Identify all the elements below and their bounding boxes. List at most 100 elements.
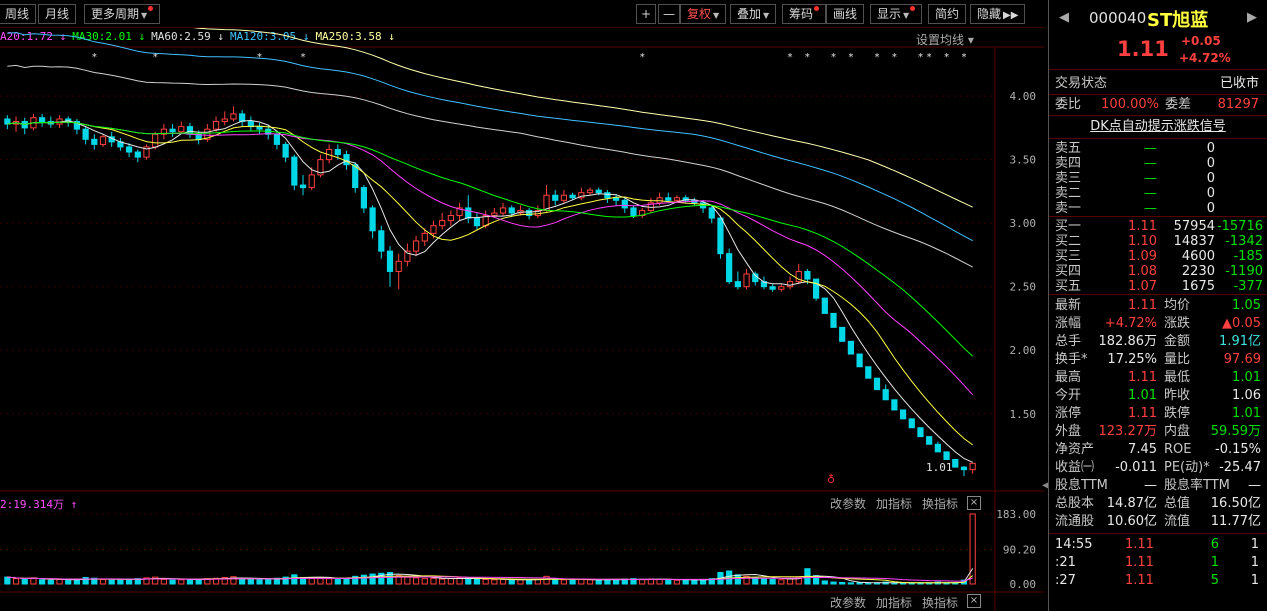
stat-label: 最低 [1164,370,1191,385]
order-book-row: 买二 1.10 14837 -1342 [1049,234,1267,249]
candle-body [908,418,915,429]
draw-line-button[interactable]: 画线 [826,4,865,24]
close-bottom-panel-button[interactable]: × [967,594,981,608]
weekly-button[interactable]: 周线 [0,4,37,24]
candle-body [395,260,402,272]
volume-bar [517,579,524,585]
book-delta: -15716 [1216,219,1263,234]
book-level-label: 卖五 [1055,141,1082,156]
overlay-button[interactable]: 叠加 ▼ [730,4,777,24]
double-arrow-right-icon: ▶▶ [1003,10,1019,21]
book-price: 1.11 [1128,219,1157,234]
stat-value: 1.01 [1232,406,1261,421]
candle-body [882,389,889,401]
volume-bar [569,579,576,585]
dk-signal-link[interactable]: DK点自动提示涨跌信号 [1090,119,1226,134]
switch-indicator-button-2[interactable]: 换指标 [922,594,958,611]
simple-mode-button[interactable]: 简约 [928,4,967,24]
price-tick-label: 1.50 [1010,408,1037,421]
candle-body [91,138,98,145]
event-marker-icon: * [92,52,97,63]
stock-chart-app: 周线 月线 更多周期 ▼ + — 复权 ▼ 叠加 ▼ 筹码 画线 显示 ▼ 简约 隐藏 ▶… [0,0,1267,611]
next-stock-icon[interactable]: ▶ [1247,10,1257,25]
volume-bar [308,577,315,585]
candle-body [134,151,141,158]
add-indicator-button-2[interactable]: 加指标 [876,594,912,611]
switch-indicator-button[interactable]: 换指标 [922,495,958,512]
chips-button[interactable]: 筹码 [782,4,827,24]
change-param-button-2[interactable]: 改参数 [830,594,866,611]
candle-body [152,133,159,148]
stat-value: 182.86万 [1098,334,1158,349]
candlestick-chart: 4.003.503.002.502.001.50183.0090.200.00*… [0,28,1044,611]
weicha-label: 委差 [1165,97,1192,112]
volume-bar [326,578,333,585]
candle-body [847,340,855,355]
candle-body [552,194,559,201]
candle-body [734,281,741,288]
weekly-label: 周线 [5,7,30,21]
volume-bar [769,578,776,585]
volume-bar [430,577,437,585]
zoom-in-button[interactable]: + [636,4,657,24]
volume-bar [491,579,498,585]
stat-value: — [1144,478,1157,493]
volume-bar [256,579,263,585]
event-marker-icon: * [944,52,949,63]
change-param-button[interactable]: 改参数 [830,495,866,512]
quote-panel: ◀ 000040 ST旭蓝 ▶ 1.11 +0.05 +4.72% 交易状态 已… [1048,0,1267,611]
adjust-button[interactable]: 复权 ▼ [680,4,727,24]
stat-value: ▲0.05 [1222,316,1261,331]
candle-body [804,270,811,280]
event-marker-icon: * [788,52,793,63]
price-tick-label: 4.00 [1010,90,1037,103]
event-marker-icon: * [257,52,262,63]
tick-list: 14:55 1.11 6 1:21 1.11 1 1:27 1.11 5 1 [1049,534,1267,590]
zoom-out-button[interactable]: — [658,4,680,24]
order-book-row: 卖四 — 0 [1049,156,1267,171]
price-change: +0.05 [1181,34,1221,48]
monthly-button[interactable]: 月线 [38,4,77,24]
candle-body [221,118,228,123]
candle-body [586,189,594,194]
order-book-row: 卖三 — 0 [1049,171,1267,186]
chevron-down-icon: ▼ [713,11,720,20]
volume-bar [508,579,515,585]
prev-stock-icon[interactable]: ◀ [1059,10,1069,25]
candle-body [299,184,307,189]
volume-bar [578,578,585,585]
book-level-label: 买四 [1055,264,1082,279]
order-book-row: 买四 1.08 2230 -1190 [1049,264,1267,279]
more-periods-label: 更多周期 [91,7,140,21]
tick-count: 1 [1250,537,1259,552]
candle-body [508,207,515,214]
close-volume-panel-button[interactable]: × [967,496,981,510]
tick-volume: 6 [1210,537,1219,552]
more-periods-button[interactable]: 更多周期 ▼ [84,4,161,24]
hide-button[interactable]: 隐藏 ▶▶ [970,4,1026,24]
book-price: — [1144,141,1157,156]
volume-bar [4,576,11,585]
stat-label: 跌停 [1164,406,1191,421]
book-price: 1.08 [1128,264,1157,279]
stat-label: 最高 [1055,370,1082,385]
price-tick-label: 2.50 [1010,281,1037,294]
book-level-label: 买一 [1055,219,1082,234]
volume-bar [473,578,481,585]
stat-label: 股息率TTM [1164,478,1230,493]
candle-body [813,278,820,299]
trade-status-row: 交易状态 已收市 [1049,75,1267,95]
stat-value: 59.59万 [1210,424,1261,439]
stat-label: 流值 [1164,514,1191,529]
candle-body [212,121,220,130]
stat-row: 今开 1.01 昨收 1.06 [1049,387,1267,405]
display-button[interactable]: 显示 ▼ [870,4,923,24]
stat-label: 净资产 [1055,442,1095,457]
add-indicator-button[interactable]: 加指标 [876,495,912,512]
tick-time: 14:55 [1055,537,1093,552]
volume-bar [847,582,855,585]
book-level-label: 买二 [1055,234,1082,249]
stat-label: 换手* [1055,352,1088,367]
tick-row: :27 1.11 5 1 [1049,572,1267,590]
candle-body [926,436,933,445]
